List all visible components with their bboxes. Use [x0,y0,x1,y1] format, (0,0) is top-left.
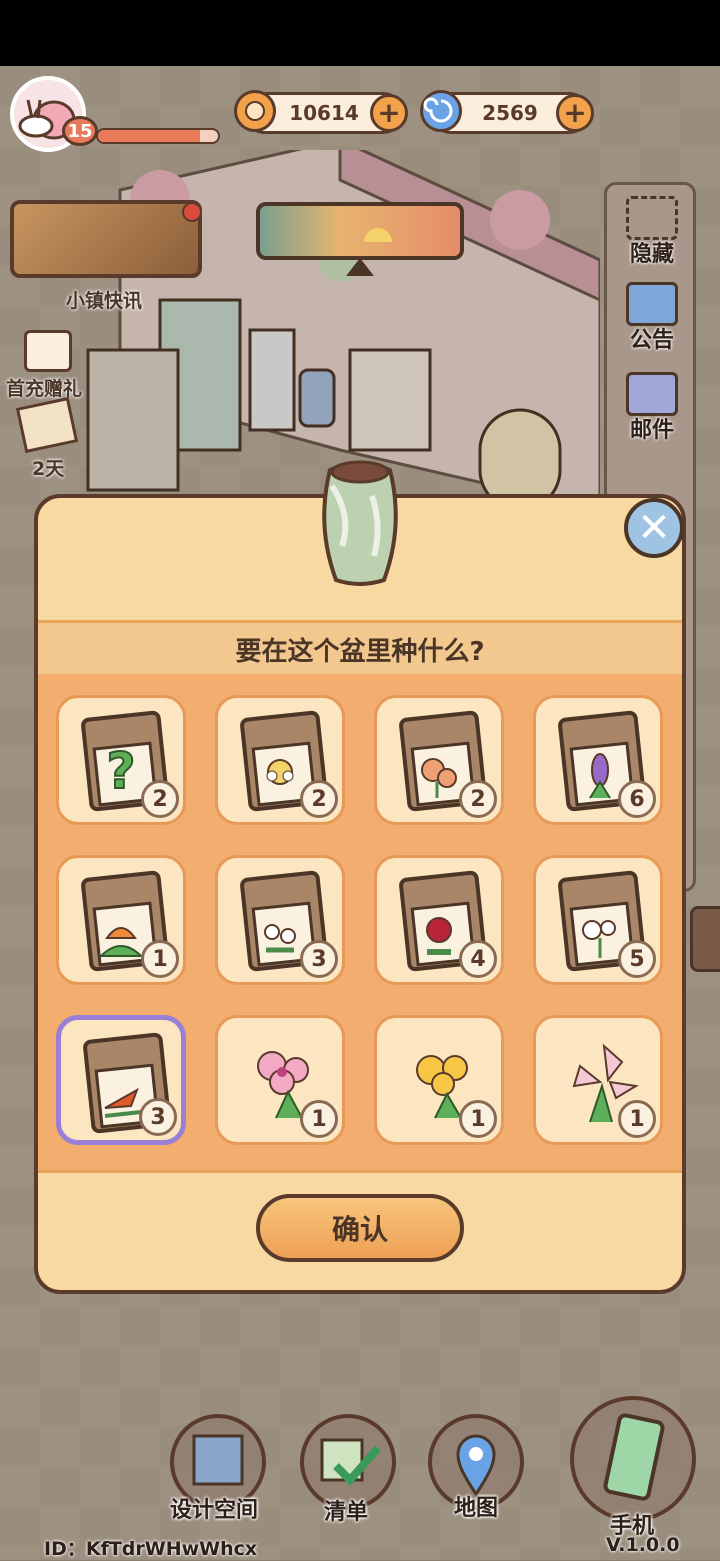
seed-yellow-flower-slot[interactable]: 2 [215,695,345,825]
envelope-icon [626,372,678,416]
seed-white-hydrangea-slot[interactable]: 5 [533,855,663,985]
town-news-label: 小镇快讯 [66,290,143,312]
notice-button[interactable]: 公告 [618,282,686,354]
gift-box-icon[interactable] [24,330,72,372]
vase-icon [322,460,398,586]
item-count-badge: 3 [139,1098,177,1136]
gem-amount: 2569 [482,101,538,125]
first-charge-gift-label[interactable]: 首充赠礼 [6,374,82,401]
sunset-icon [364,228,392,242]
days-remaining-label: 2天 [32,458,65,480]
item-count-badge: 3 [300,940,338,978]
phone-button[interactable] [570,1396,696,1522]
right-edge-tab[interactable] [690,906,720,972]
checkmark-icon [320,1438,382,1486]
pink-lily-slot[interactable]: 1 [533,1015,663,1145]
experience-fill [98,130,200,142]
item-count-badge: 1 [459,1100,497,1138]
item-count-badge: 2 [459,780,497,818]
item-count-badge: 1 [300,1100,338,1138]
seed-bird-of-paradise-slot[interactable]: 3 [56,1015,186,1145]
pink-flower-slot[interactable]: 1 [215,1015,345,1145]
town-news-button[interactable] [10,200,202,278]
add-gems-button[interactable]: + [556,94,594,132]
seed-orange-rose-slot[interactable]: 2 [374,695,504,825]
svg-text:?: ? [106,742,135,800]
notice-label: 公告 [629,328,674,353]
dialog-title: 要在这个盆里种什么? [235,636,485,667]
close-button[interactable]: ✕ [624,498,684,558]
level-badge: 15 [62,116,98,146]
swirl-gem-icon [420,90,462,132]
item-count-badge: 1 [618,1100,656,1138]
coin-amount: 10614 [289,101,359,125]
notification-dot [182,202,202,222]
item-count-badge: 6 [618,780,656,818]
item-count-badge: 2 [141,780,179,818]
mail-label: 邮件 [629,418,674,443]
item-count-badge: 2 [300,780,338,818]
yellow-flower-slot[interactable]: 1 [374,1015,504,1145]
checklist-label: 清单 [324,1500,369,1525]
map-label: 地图 [454,1496,499,1521]
design-space-label: 设计空间 [170,1498,259,1523]
hide-button[interactable]: 隐藏 [618,196,686,268]
confirm-button[interactable]: 确认 [256,1194,464,1262]
seed-white-flower-slot[interactable]: 3 [215,855,345,985]
phone-icon [603,1413,665,1501]
item-count-badge: 1 [141,940,179,978]
dialog-title-band: 要在这个盆里种什么? [38,620,682,678]
status-bar [0,0,720,66]
hide-label: 隐藏 [629,242,674,267]
megaphone-icon [626,282,678,326]
seed-mystery-slot[interactable]: ? 2 [56,695,186,825]
mail-button[interactable]: 邮件 [618,372,686,444]
seed-hyacinth-slot[interactable]: 6 [533,695,663,825]
weather-panel[interactable] [256,202,464,260]
item-count-badge: 4 [459,940,497,978]
weather-pointer [346,258,374,276]
add-coins-button[interactable]: + [370,94,408,132]
seed-orange-tulip-slot[interactable]: 1 [56,855,186,985]
player-id: ID：KfTdrWHwWhcx [44,1538,258,1560]
seed-red-rose-slot[interactable]: 4 [374,855,504,985]
item-count-badge: 5 [618,940,656,978]
frame-corners-icon [626,196,678,240]
coin-icon [234,90,276,132]
version-text: V.1.0.0 [606,1534,680,1556]
experience-bar [96,128,220,144]
